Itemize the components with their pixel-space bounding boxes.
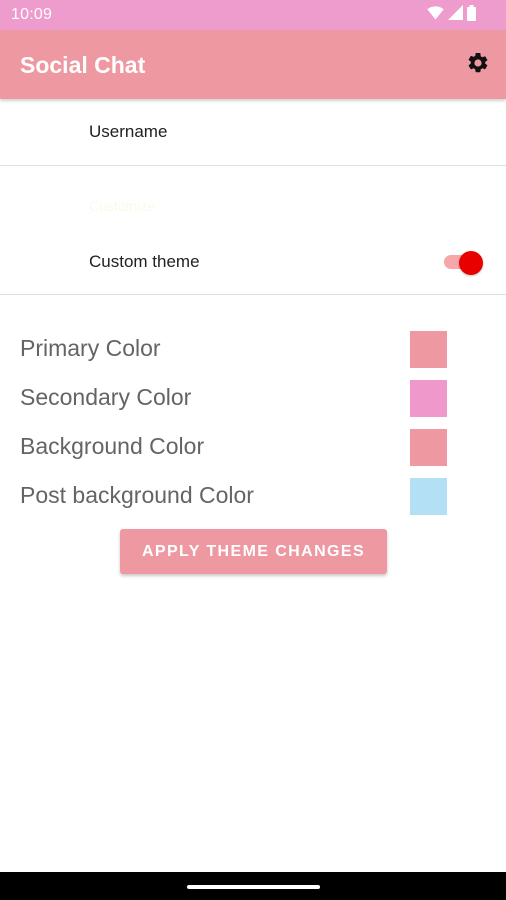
- status-icons: [427, 4, 476, 26]
- secondary-color-label: Secondary Color: [20, 384, 192, 410]
- app-bar: Social Chat: [0, 30, 506, 99]
- home-gesture-handle[interactable]: [187, 885, 320, 889]
- preference-category-title: Customize: [89, 198, 156, 214]
- secondary-color-row: Secondary Color: [0, 378, 506, 418]
- divider: [0, 294, 506, 295]
- signal-icon: [448, 5, 463, 25]
- post-background-color-label: Post background Color: [20, 482, 254, 508]
- screen: 10:09 Social Chat Username Customize Cus…: [0, 0, 506, 900]
- apply-theme-changes-button[interactable]: APPLY THEME CHANGES: [120, 529, 387, 574]
- secondary-color-swatch[interactable]: [410, 380, 447, 417]
- custom-theme-label: Custom theme: [89, 252, 200, 271]
- wifi-icon: [427, 5, 444, 25]
- custom-theme-switch[interactable]: [444, 251, 484, 275]
- navigation-bar: [0, 872, 506, 900]
- post-background-color-row: Post background Color: [0, 476, 506, 516]
- username-preference[interactable]: Username: [0, 99, 506, 165]
- background-color-swatch[interactable]: [410, 429, 447, 466]
- divider: [0, 165, 506, 166]
- status-bar: 10:09: [0, 0, 506, 30]
- switch-thumb: [459, 251, 483, 275]
- settings-button[interactable]: [464, 51, 492, 79]
- primary-color-label: Primary Color: [20, 335, 161, 361]
- background-color-row: Background Color: [0, 427, 506, 467]
- background-color-label: Background Color: [20, 433, 205, 459]
- primary-color-swatch[interactable]: [410, 331, 447, 368]
- post-background-color-swatch[interactable]: [410, 478, 447, 515]
- settings-gear-icon: [466, 51, 490, 80]
- battery-icon: [467, 4, 476, 26]
- primary-color-row: Primary Color: [0, 329, 506, 369]
- status-time: 10:09: [11, 6, 53, 23]
- username-label: Username: [89, 122, 168, 141]
- app-title: Social Chat: [20, 52, 146, 78]
- custom-theme-preference[interactable]: Custom theme: [0, 232, 506, 292]
